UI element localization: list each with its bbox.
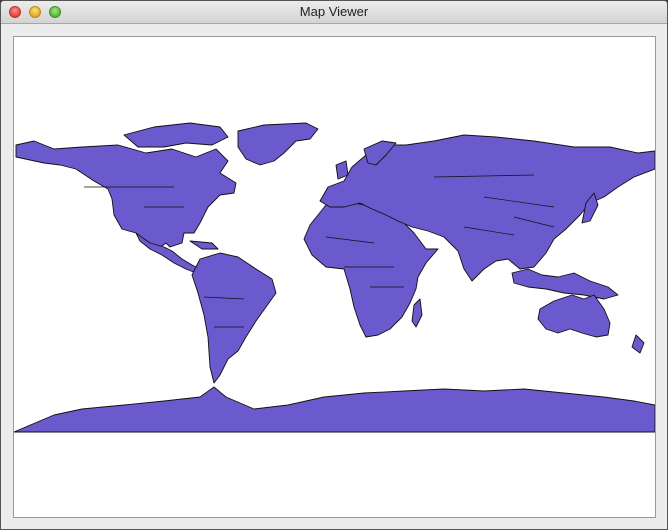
world-map[interactable]	[14, 37, 655, 517]
southeast-asia-islands	[511, 268, 619, 300]
north-america-landmass	[15, 140, 237, 250]
app-window: Map Viewer	[0, 0, 668, 530]
antarctica-landmass	[14, 386, 655, 433]
title-bar[interactable]: Map Viewer	[1, 1, 667, 24]
arctic-islands	[123, 122, 229, 148]
australia-landmass	[537, 294, 611, 338]
south-america-landmass	[191, 252, 277, 384]
greenland-landmass	[237, 122, 319, 166]
caribbean-islands	[189, 240, 219, 250]
window-title: Map Viewer	[299, 4, 369, 19]
map-canvas[interactable]	[13, 36, 656, 518]
new-zealand-landmass	[631, 334, 645, 354]
madagascar-landmass	[411, 298, 423, 328]
